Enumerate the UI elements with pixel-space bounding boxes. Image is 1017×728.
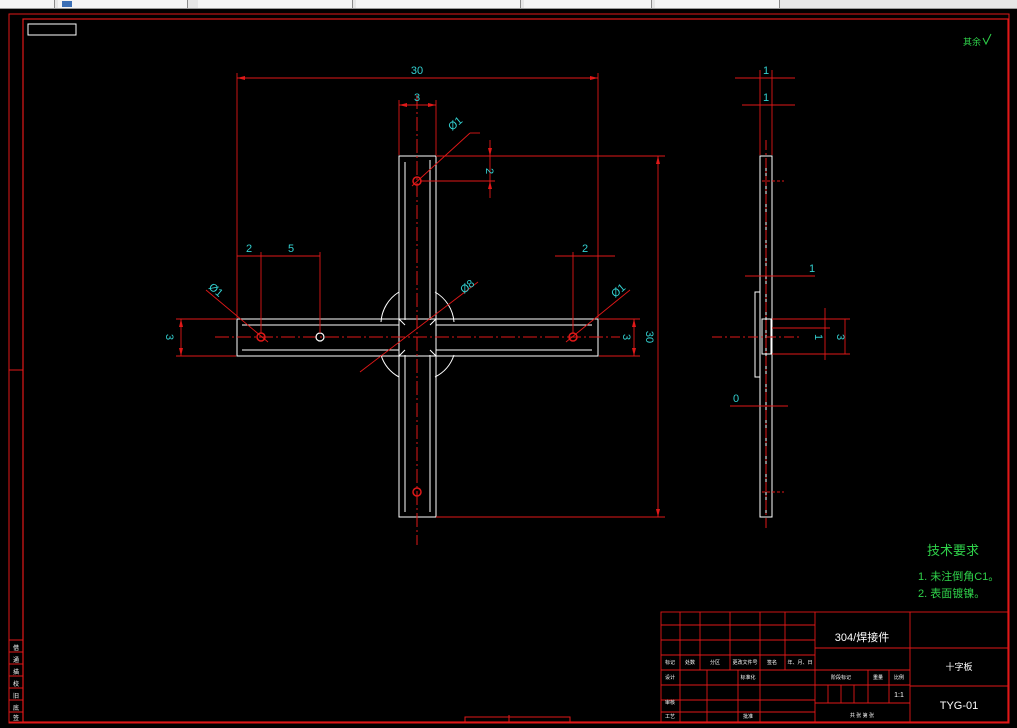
drawing-tab-6[interactable] <box>655 0 780 8</box>
revision-col-date: 年、月、日 <box>787 659 812 666</box>
standardization-label: 标准化 <box>740 674 755 681</box>
front-view <box>215 95 620 545</box>
outer-frame <box>8 13 1010 724</box>
inner-frame <box>22 18 1009 723</box>
dim-overall-width: 30 <box>411 65 423 77</box>
ratio-label: 比例 <box>894 674 904 681</box>
left-margin-label-column: 借 通 描 校 旧 底 签 <box>8 639 24 723</box>
tech-req-line2: 2. 表面镀镍。 <box>918 586 985 600</box>
drawing-tab-5[interactable] <box>524 0 652 8</box>
dim-side-1d: 1 <box>812 334 824 340</box>
drawing-number: TYG-01 <box>940 700 979 712</box>
dim-side-1c: 1 <box>809 263 815 275</box>
revision-col-sign: 签名 <box>767 659 777 666</box>
material-label: 304/焊接件 <box>835 630 889 644</box>
dim-height-left: 3 <box>163 334 175 340</box>
dim-hole-top: Ø1 <box>446 115 465 134</box>
dim-left-5: 5 <box>288 243 294 255</box>
drawing-number-box <box>27 23 77 36</box>
dim-arm-width: 3 <box>414 92 420 104</box>
checker-label: 审核 <box>665 699 675 706</box>
margin-label: 借 <box>13 644 19 652</box>
margin-label: 旧 <box>13 693 19 700</box>
margin-label: 描 <box>13 668 19 676</box>
dim-center-dia: Ø8 <box>458 278 477 297</box>
file-icon <box>62 1 72 7</box>
margin-label: 签 <box>13 714 19 722</box>
side-view-dimensions <box>730 70 850 407</box>
tech-req-line1: 1. 未注倒角C1。 <box>918 569 999 583</box>
dim-hole-right: Ø1 <box>609 282 628 301</box>
weight-label: 重量 <box>873 674 883 681</box>
margin-label: 校 <box>13 680 19 688</box>
dim-hole-left: Ø1 <box>206 281 225 300</box>
part-name: 十字板 <box>945 661 972 672</box>
scale-value: 1:1 <box>894 692 904 699</box>
approver-label: 批准 <box>743 713 753 720</box>
revision-col-mark: 标记 <box>665 659 675 666</box>
drawing-tab-2[interactable] <box>58 0 188 8</box>
margin-label: 底 <box>13 704 19 712</box>
designer-label: 设计 <box>665 674 675 681</box>
revision-col-doc: 更改文件号 <box>732 659 757 666</box>
dim-side-0: 0 <box>733 393 739 405</box>
sheet-count-label: 共 张 第 张 <box>850 712 874 719</box>
dim-offset-top: 2 <box>483 168 495 174</box>
roughness-symbol-icon <box>982 33 992 46</box>
front-view-dimensions <box>176 73 665 518</box>
dim-overall-height: 30 <box>643 331 655 343</box>
dim-side-1b: 1 <box>763 92 769 104</box>
tech-req-title: 技术要求 <box>927 543 979 558</box>
dim-side-3: 3 <box>834 334 846 340</box>
dim-left-2: 2 <box>246 243 252 255</box>
stage-mark-label: 阶段标记 <box>831 674 851 681</box>
surface-roughness-note: 其余 <box>963 36 981 47</box>
revision-col-count: 处数 <box>685 659 695 666</box>
process-label: 工艺 <box>665 714 675 720</box>
title-block-text: 304/焊接件 十字板 TYG-01 1:1 标记 处数 分区 更改文件号 签名… <box>665 630 978 720</box>
cad-drawing-canvas[interactable]: 借 通 描 校 旧 底 签 其余 30 3 Ø1 2 2 5 2 Ø1 Ø1 Ø… <box>0 9 1017 728</box>
drawing-tab-3[interactable] <box>198 0 353 8</box>
dim-side-1a: 1 <box>763 65 769 77</box>
margin-label: 通 <box>13 656 19 664</box>
dim-right-2: 2 <box>582 243 588 255</box>
revision-col-zone: 分区 <box>710 659 720 666</box>
technical-requirements: 技术要求 1. 未注倒角C1。 2. 表面镀镍。 <box>918 543 999 600</box>
dim-height-right: 3 <box>620 334 632 340</box>
document-tab-bar <box>0 0 1017 9</box>
drawing-tab-4[interactable] <box>356 0 521 8</box>
side-view <box>712 140 800 530</box>
front-view-arrowheads <box>179 76 660 517</box>
drawing-tab-1[interactable] <box>0 0 55 8</box>
